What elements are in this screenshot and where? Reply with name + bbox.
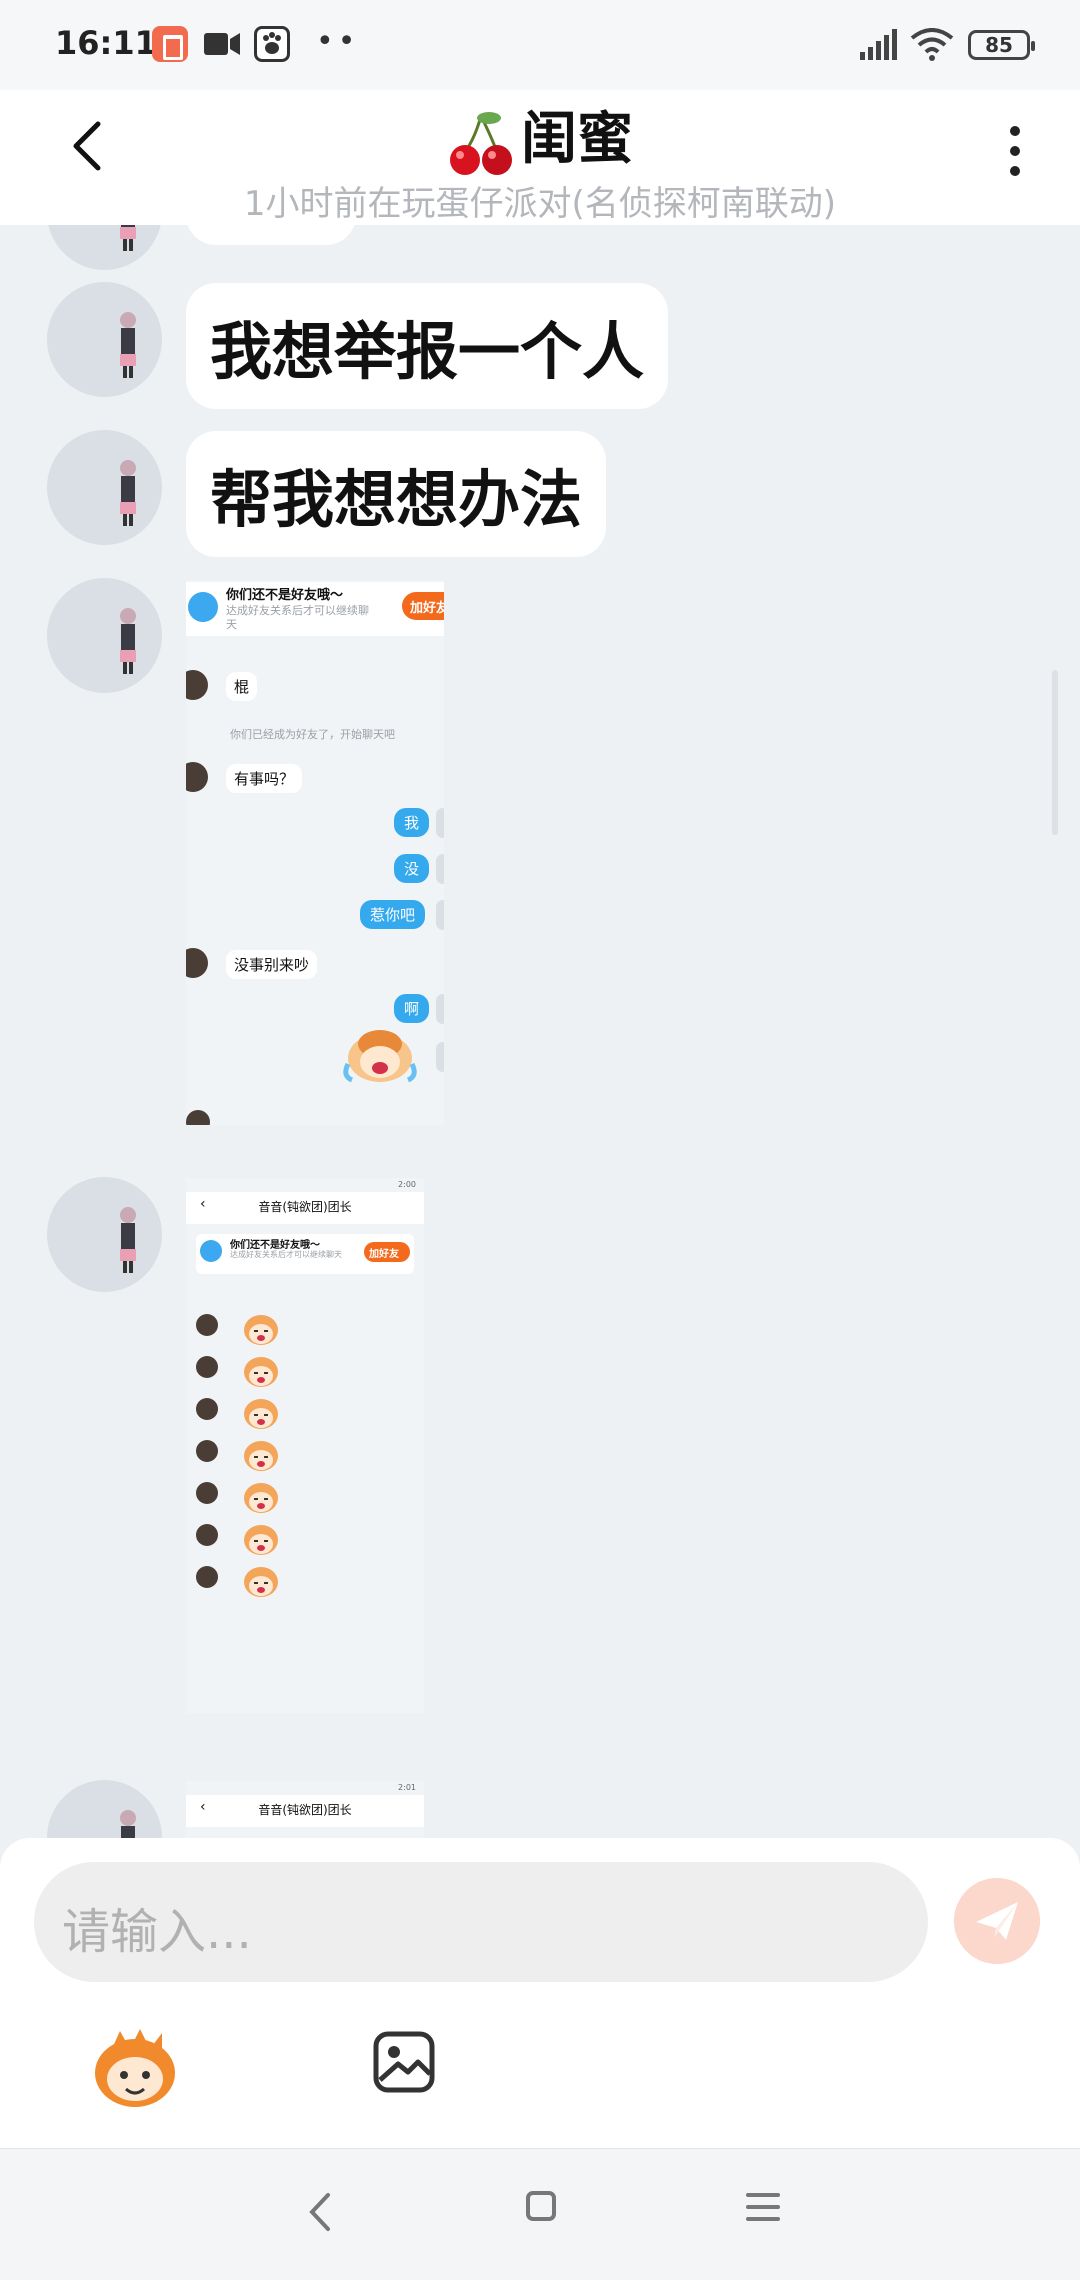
baidu-paw-icon xyxy=(254,26,290,62)
mini-chat-title: 音音(钝欲团)团长 xyxy=(258,1803,352,1817)
title-text: 闺蜜 xyxy=(521,107,633,172)
add-friend-button: 加好友 xyxy=(364,1242,410,1262)
avatar-figure-icon xyxy=(120,225,136,251)
mini-avatar xyxy=(196,1356,218,1378)
avatar-figure-icon xyxy=(120,608,136,674)
video-camera-icon xyxy=(204,33,240,55)
mini-status-time: 2:00 xyxy=(398,1180,416,1189)
banner-title: 你们还不是好友哦～ xyxy=(226,588,344,603)
crying-sticker-icon xyxy=(244,1399,278,1429)
message-bubble-partial[interactable] xyxy=(186,225,356,245)
more-options-button[interactable] xyxy=(1000,120,1030,180)
mini-avatar xyxy=(186,948,208,978)
menu-line-icon xyxy=(746,2193,780,2197)
sender-avatar[interactable] xyxy=(47,225,162,270)
menu-line-icon xyxy=(746,2205,780,2209)
send-button[interactable] xyxy=(954,1878,1040,1964)
screenshot-image-message[interactable]: 2:01 ‹ 音音(钝欲团)团长 xyxy=(186,1781,424,1840)
mini-avatar xyxy=(196,1314,218,1336)
wave-hand-icon xyxy=(200,1240,222,1262)
crying-sticker-icon xyxy=(244,1567,278,1597)
message-input[interactable]: 请输入... xyxy=(34,1862,928,1982)
mini-message-right: 啊 xyxy=(394,994,430,1023)
image-picker-button[interactable] xyxy=(372,2030,436,2094)
crying-sticker-icon xyxy=(244,1483,278,1513)
emoji-sticker-button[interactable] xyxy=(90,2023,180,2113)
mini-avatar xyxy=(196,1566,218,1588)
sender-avatar[interactable] xyxy=(47,430,162,545)
crying-sticker-icon xyxy=(244,1525,278,1555)
battery-icon: 85 xyxy=(968,30,1035,60)
status-subtitle: 1小时前在玩蛋仔派对(名侦探柯南联动) xyxy=(243,184,837,224)
page-title: 闺蜜 xyxy=(0,94,1080,178)
mini-avatar-edge xyxy=(436,1042,444,1072)
nav-back-icon[interactable] xyxy=(300,2189,340,2235)
crying-sticker-icon xyxy=(244,1441,278,1471)
menu-line-icon xyxy=(746,2217,780,2221)
status-bar: 16:11 •• 85 xyxy=(0,0,1080,90)
scrollbar[interactable] xyxy=(1052,670,1058,835)
mini-chat-title: 音音(钝欲团)团长 xyxy=(258,1200,352,1214)
avatar-figure-icon xyxy=(120,1810,136,1840)
message-list[interactable]: 我想举报一个人 帮我想想办法 你们还不是好友哦～ 达成好友关系后才可以继续聊天 … xyxy=(0,225,1080,1840)
banner-subtitle: 达成好友关系后才可以继续聊天 xyxy=(230,1250,342,1259)
avatar-figure-icon xyxy=(120,460,136,526)
mini-avatar xyxy=(196,1440,218,1462)
message-bubble[interactable]: 我想举报一个人 xyxy=(186,283,669,409)
wave-hand-icon xyxy=(188,592,218,622)
screenshot-image-message[interactable]: 你们还不是好友哦～ 达成好友关系后才可以继续聊天 加好友 棍 你们已经成为好友了… xyxy=(186,580,444,1125)
mini-avatar xyxy=(186,1110,210,1125)
more-dot-icon xyxy=(1010,126,1020,136)
nav-menu-icon[interactable] xyxy=(746,2193,780,2223)
mini-message-left: 有事吗？ xyxy=(226,764,303,793)
more-dot-icon xyxy=(1010,146,1020,156)
system-nav-bar xyxy=(0,2148,1080,2280)
mini-system-message: 你们已经成为好友了，开始聊天吧 xyxy=(230,728,395,741)
mini-message-left: 没事别来吵 xyxy=(226,950,318,979)
mini-avatar xyxy=(196,1398,218,1420)
crying-sticker-icon xyxy=(244,1357,278,1387)
sender-avatar[interactable] xyxy=(47,282,162,397)
mini-message-right: 惹你吧 xyxy=(360,900,426,929)
signal-icon xyxy=(860,29,897,60)
notification-app-icon xyxy=(152,26,188,62)
mini-message-right: 我 xyxy=(394,808,430,837)
avatar-figure-icon xyxy=(120,312,136,378)
mini-avatar xyxy=(186,762,208,792)
cherry-icon xyxy=(450,111,512,175)
message-bubble[interactable]: 帮我想想办法 xyxy=(186,431,607,557)
banner-subtitle: 达成好友关系后才可以继续聊天 xyxy=(226,604,369,631)
banner-title: 你们还不是好友哦～ xyxy=(230,1240,320,1251)
add-friend-button: 加好友 xyxy=(402,592,444,620)
mini-status-bar: 2:01 xyxy=(196,1783,416,1792)
mini-status-bar: 2:00 xyxy=(196,1180,416,1189)
not-friends-banner: 你们还不是好友哦～ 达成好友关系后才可以继续聊天 加好友 xyxy=(196,1234,414,1274)
mini-avatar-edge xyxy=(436,900,444,930)
mini-message-right: 没 xyxy=(394,854,430,883)
mini-status-time: 2:01 xyxy=(398,1783,416,1792)
sender-avatar[interactable] xyxy=(47,1780,162,1840)
mini-avatar-edge xyxy=(436,808,444,838)
mini-avatar xyxy=(196,1524,218,1546)
nav-home-icon[interactable] xyxy=(526,2191,556,2221)
chat-header: 闺蜜 1小时前在玩蛋仔派对(名侦探柯南联动) xyxy=(0,90,1080,225)
crying-sticker-icon xyxy=(244,1315,278,1345)
status-time: 16:11 xyxy=(55,24,157,62)
sender-avatar[interactable] xyxy=(47,578,162,693)
sender-avatar[interactable] xyxy=(47,1177,162,1292)
wifi-icon xyxy=(910,28,954,61)
mini-avatar-edge xyxy=(436,994,444,1024)
screenshot-image-message[interactable]: 2:00 ‹ 音音(钝欲团)团长 你们还不是好友哦～ 达成好友关系后才可以继续聊… xyxy=(186,1178,424,1713)
mini-avatar xyxy=(186,670,208,700)
mini-message-left: 棍 xyxy=(226,672,258,701)
not-friends-banner: 你们还不是好友哦～ 达成好友关系后才可以继续聊天 加好友 xyxy=(186,582,444,636)
input-panel: 请输入... xyxy=(0,1838,1080,2148)
more-dots-icon: •• xyxy=(316,24,360,59)
avatar-figure-icon xyxy=(120,1207,136,1273)
mini-avatar xyxy=(196,1482,218,1504)
crying-sticker-icon xyxy=(343,1030,417,1083)
mini-avatar-edge xyxy=(436,854,444,884)
more-dot-icon xyxy=(1010,166,1020,176)
